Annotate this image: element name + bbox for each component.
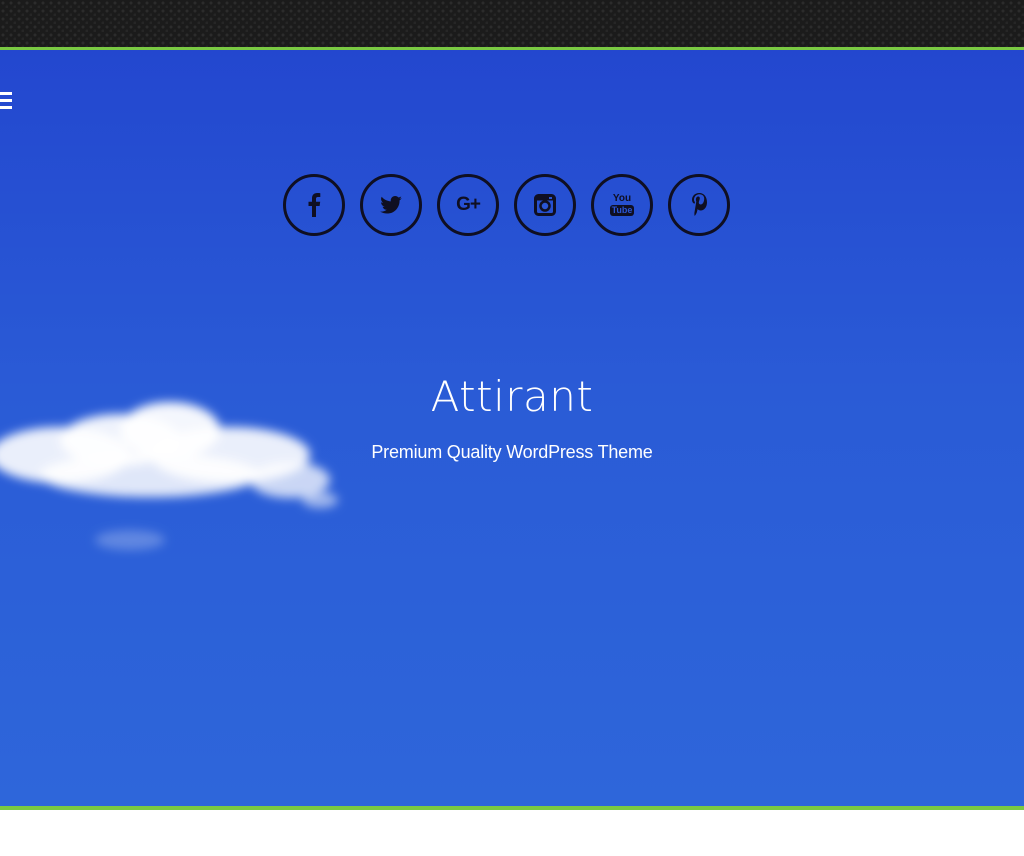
menu-toggle-button[interactable] <box>0 92 12 112</box>
instagram-button[interactable] <box>514 174 576 236</box>
twitter-icon <box>380 196 402 214</box>
google-plus-button[interactable]: G+ <box>437 174 499 236</box>
facebook-icon <box>308 193 321 217</box>
youtube-button[interactable]: You Tube <box>591 174 653 236</box>
instagram-icon <box>534 194 556 216</box>
pinterest-button[interactable] <box>668 174 730 236</box>
youtube-icon: You Tube <box>609 193 635 216</box>
twitter-button[interactable] <box>360 174 422 236</box>
top-bar <box>0 0 1024 47</box>
social-links: G+ You Tube <box>283 174 730 236</box>
hero-section: G+ You Tube Attirant Premium Quality Wor… <box>0 50 1024 806</box>
bottom-accent-line <box>0 806 1024 810</box>
hamburger-menu-icon <box>0 92 12 95</box>
facebook-button[interactable] <box>283 174 345 236</box>
pinterest-icon <box>692 193 707 216</box>
site-title: Attirant <box>430 372 594 421</box>
google-plus-icon: G+ <box>456 194 481 215</box>
site-tagline: Premium Quality WordPress Theme <box>371 442 653 462</box>
